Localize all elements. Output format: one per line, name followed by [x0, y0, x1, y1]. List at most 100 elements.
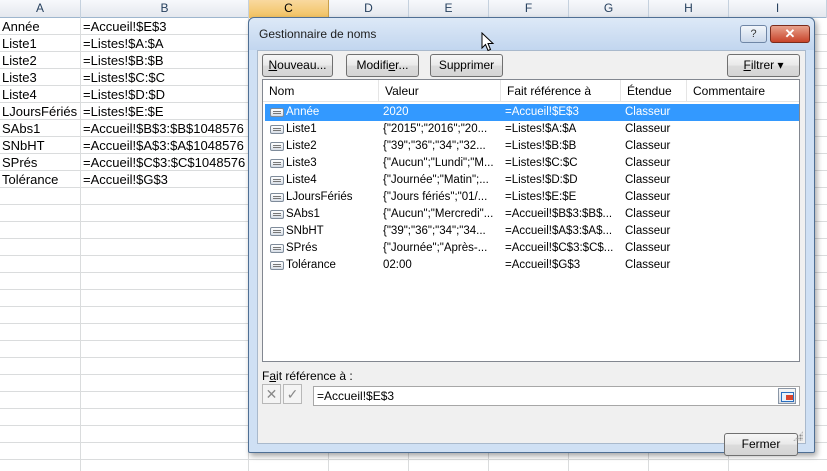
column-header-f[interactable]: F	[489, 0, 569, 18]
cell-b9[interactable]: =Accueil!$C$3:$C$1048576	[81, 154, 245, 171]
column-header-a[interactable]: A	[0, 0, 81, 18]
value-cell: {"Jours fériés";"01/...	[383, 191, 488, 203]
cell-a10[interactable]: Tolérance	[0, 171, 58, 188]
scope-cell: Classeur	[625, 225, 671, 237]
scope-cell: Classeur	[625, 174, 671, 186]
new-button-accel: N	[268, 58, 278, 72]
scope-cell: Classeur	[625, 191, 671, 203]
name-row-liste4[interactable]: Liste4 {"Journée";"Matin";... =Listes!$D…	[265, 172, 799, 189]
name-icon	[270, 176, 284, 185]
edit-button-label: Modifi	[356, 58, 389, 72]
name-row-tolerance[interactable]: Tolérance 02:00 =Accueil!$G$3 Classeur	[265, 257, 799, 274]
cell-b6[interactable]: =Listes!$E:$E	[81, 103, 164, 120]
name-cell: Liste4	[286, 174, 317, 186]
name-icon	[270, 227, 284, 236]
name-row-liste1[interactable]: Liste1 {"2015";"2016";"20... =Listes!$A:…	[265, 121, 799, 138]
cell-a3[interactable]: Liste2	[0, 52, 37, 69]
refers-to-cell: =Listes!$C:$C	[505, 157, 578, 169]
name-cell: Année	[286, 106, 320, 118]
column-comment-header[interactable]: Commentaire	[687, 80, 799, 102]
help-button[interactable]: ?	[740, 25, 767, 43]
scope-cell: Classeur	[625, 140, 671, 152]
edit-button[interactable]: Modifier...	[346, 54, 419, 77]
cell-a2[interactable]: Liste1	[0, 35, 37, 52]
name-icon	[270, 261, 284, 270]
cell-b10[interactable]: =Accueil!$G$3	[81, 171, 168, 188]
dialog-content: Nouveau... Modifier... Supprimer Filtrer…	[257, 50, 806, 456]
name-manager-dialog: Gestionnaire de noms ? ✕ Nouveau... Modi…	[248, 17, 815, 456]
name-icon	[270, 142, 284, 151]
cancel-icon[interactable]: ✕	[262, 384, 281, 404]
confirm-icon[interactable]: ✓	[283, 384, 302, 404]
name-cell: Tolérance	[286, 259, 336, 271]
cell-b7[interactable]: =Accueil!$B$3:$B$1048576	[81, 120, 244, 137]
name-row-annee[interactable]: Année 2020 =Accueil!$E$3 Classeur	[265, 104, 799, 121]
name-cell: LJoursFériés	[286, 191, 353, 203]
cell-b5[interactable]: =Listes!$D:$D	[81, 86, 165, 103]
cell-a8[interactable]: SNbHT	[0, 137, 45, 154]
value-cell: {"39";"36";"34";"34...	[383, 225, 486, 237]
name-row-snbht[interactable]: SNbHT {"39";"36";"34";"34... =Accueil!$A…	[265, 223, 799, 240]
close-button[interactable]: Fermer	[724, 433, 798, 456]
column-refers-to-header[interactable]: Fait référence à	[501, 80, 621, 102]
refers-to-input[interactable]: =Accueil!$E$3	[313, 386, 800, 406]
name-row-spres[interactable]: SPrés {"Journée";"Après-... =Accueil!$C$…	[265, 240, 799, 257]
column-header-d[interactable]: D	[329, 0, 409, 18]
scope-cell: Classeur	[625, 242, 671, 254]
name-cell: Liste2	[286, 140, 317, 152]
mouse-cursor-icon	[481, 32, 495, 52]
column-header-i[interactable]: I	[729, 0, 827, 18]
cell-a6[interactable]: LJoursFériés	[0, 103, 77, 120]
column-value-header[interactable]: Valeur	[379, 80, 501, 102]
cell-a5[interactable]: Liste4	[0, 86, 37, 103]
refers-to-cell: =Accueil!$B$3:$B$...	[505, 208, 613, 220]
new-button[interactable]: Nouveau...	[262, 54, 333, 77]
name-icon	[270, 193, 284, 202]
name-cell: SAbs1	[286, 208, 320, 220]
delete-button[interactable]: Supprimer	[430, 54, 503, 77]
cell-a1[interactable]: Année	[0, 18, 40, 35]
name-icon	[270, 125, 284, 134]
cell-a7[interactable]: SAbs1	[0, 120, 40, 137]
cell-b8[interactable]: =Accueil!$A$3:$A$1048576	[81, 137, 244, 154]
close-window-button[interactable]: ✕	[770, 25, 810, 43]
name-row-liste3[interactable]: Liste3 {"Aucun";"Lundi";"M... =Listes!$C…	[265, 155, 799, 172]
column-name-header[interactable]: Nom	[263, 80, 379, 102]
filter-button-label-rest: iltrer ▾	[750, 58, 784, 72]
collapse-dialog-icon[interactable]	[778, 388, 796, 404]
column-header-c[interactable]: C	[249, 0, 329, 18]
column-header-h[interactable]: H	[649, 0, 729, 18]
names-list-header: Nom Valeur Fait référence à Étendue Comm…	[263, 80, 799, 102]
refers-to-cell: =Accueil!$A$3:$A$...	[505, 225, 613, 237]
name-row-liste2[interactable]: Liste2 {"39";"36";"34";"32... =Listes!$B…	[265, 138, 799, 155]
dialog-titlebar[interactable]: Gestionnaire de noms ? ✕	[249, 18, 814, 50]
cell-b2[interactable]: =Listes!$A:$A	[81, 35, 164, 52]
cell-b4[interactable]: =Listes!$C:$C	[81, 69, 165, 86]
cell-b1[interactable]: =Accueil!$E$3	[81, 18, 166, 35]
refers-to-label: Fait référence à :	[262, 369, 353, 383]
name-icon	[270, 244, 284, 253]
column-header-e[interactable]: E	[409, 0, 489, 18]
column-header-b[interactable]: B	[81, 0, 249, 18]
refers-to-cell: =Accueil!$G$3	[505, 259, 581, 271]
scope-cell: Classeur	[625, 208, 671, 220]
name-cell: SPrés	[286, 242, 318, 254]
filter-button[interactable]: Filtrer ▾	[727, 54, 800, 77]
refers-to-label-rest: it référence à :	[276, 369, 353, 383]
dialog-title: Gestionnaire de noms	[259, 27, 377, 41]
refers-to-cell: =Listes!$D:$D	[505, 174, 578, 186]
value-cell: {"Aucun";"Mercredi"...	[383, 208, 494, 220]
name-row-ljoursferies[interactable]: LJoursFériés {"Jours fériés";"01/... =Li…	[265, 189, 799, 206]
value-cell: {"Journée";"Matin";...	[383, 174, 489, 186]
cell-a4[interactable]: Liste3	[0, 69, 37, 86]
name-cell: Liste3	[286, 157, 317, 169]
column-scope-header[interactable]: Étendue	[621, 80, 687, 102]
cell-a9[interactable]: SPrés	[0, 154, 37, 171]
value-cell: 02:00	[383, 259, 412, 271]
names-list[interactable]: Nom Valeur Fait référence à Étendue Comm…	[262, 79, 800, 362]
refers-to-cell: =Listes!$A:$A	[505, 123, 577, 135]
scope-cell: Classeur	[625, 106, 671, 118]
column-header-g[interactable]: G	[569, 0, 649, 18]
name-row-sabs1[interactable]: SAbs1 {"Aucun";"Mercredi"... =Accueil!$B…	[265, 206, 799, 223]
cell-b3[interactable]: =Listes!$B:$B	[81, 52, 164, 69]
